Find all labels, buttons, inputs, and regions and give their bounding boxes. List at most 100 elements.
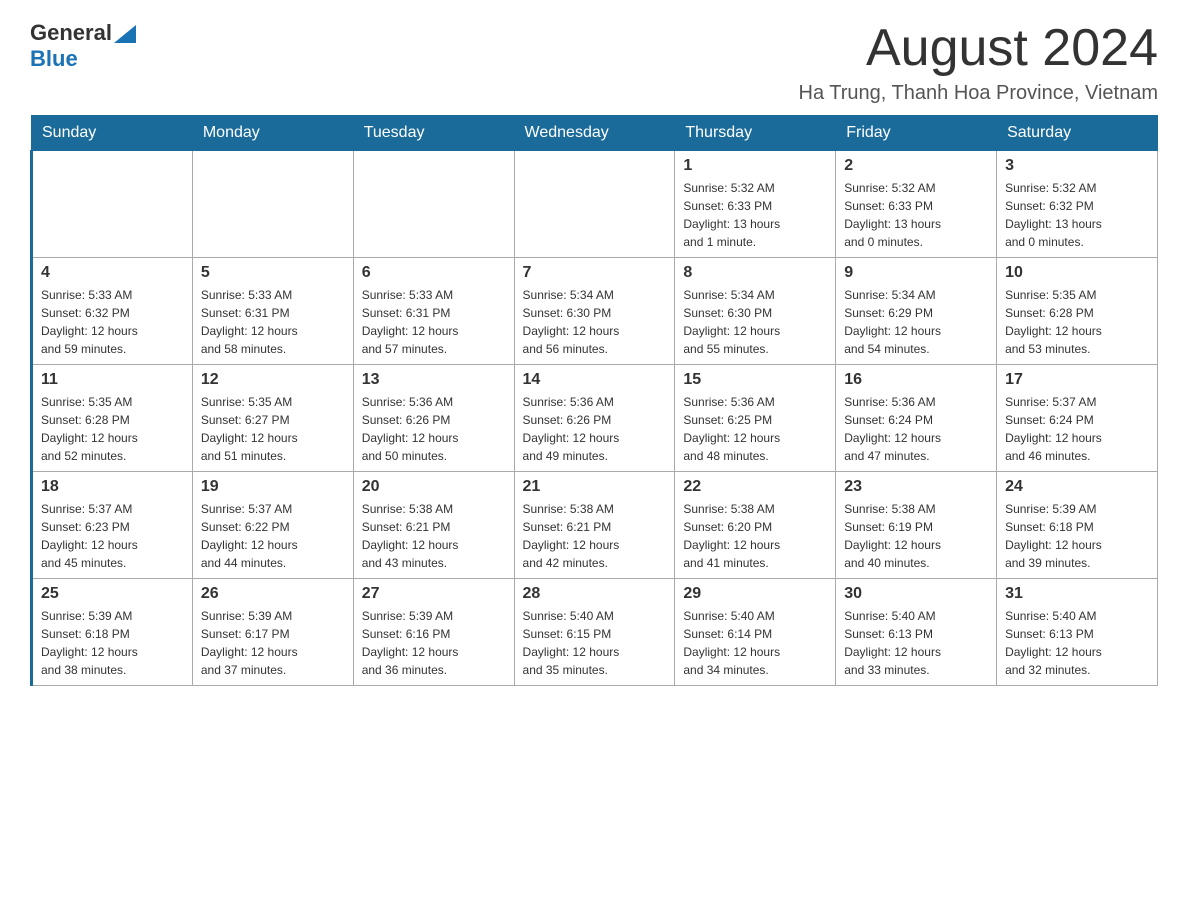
day-info: Sunrise: 5:36 AMSunset: 6:25 PMDaylight:…	[683, 393, 827, 465]
header-friday: Friday	[836, 116, 997, 151]
day-number: 12	[201, 371, 345, 389]
day-number: 23	[844, 478, 988, 496]
day-info: Sunrise: 5:36 AMSunset: 6:24 PMDaylight:…	[844, 393, 988, 465]
calendar-week-2: 4 Sunrise: 5:33 AMSunset: 6:32 PMDaylight…	[32, 258, 1158, 365]
day-number: 28	[523, 585, 667, 603]
header-tuesday: Tuesday	[353, 116, 514, 151]
day-number: 10	[1005, 264, 1149, 282]
day-number: 15	[683, 371, 827, 389]
day-number: 17	[1005, 371, 1149, 389]
header-monday: Monday	[192, 116, 353, 151]
header-wednesday: Wednesday	[514, 116, 675, 151]
day-info: Sunrise: 5:34 AMSunset: 6:30 PMDaylight:…	[683, 286, 827, 358]
table-row: 27 Sunrise: 5:39 AMSunset: 6:16 PMDayligh…	[353, 579, 514, 686]
table-row: 17 Sunrise: 5:37 AMSunset: 6:24 PMDayligh…	[997, 365, 1158, 472]
day-info: Sunrise: 5:33 AMSunset: 6:31 PMDaylight:…	[362, 286, 506, 358]
day-number: 5	[201, 264, 345, 282]
page-header: General Blue August 2024 Ha Trung, Thanh…	[30, 20, 1158, 105]
day-info: Sunrise: 5:32 AMSunset: 6:33 PMDaylight:…	[844, 179, 988, 251]
table-row	[514, 151, 675, 258]
day-info: Sunrise: 5:38 AMSunset: 6:19 PMDaylight:…	[844, 500, 988, 572]
calendar-week-3: 11 Sunrise: 5:35 AMSunset: 6:28 PMDayligh…	[32, 365, 1158, 472]
day-number: 4	[41, 264, 184, 282]
day-number: 7	[523, 264, 667, 282]
table-row	[353, 151, 514, 258]
day-info: Sunrise: 5:32 AMSunset: 6:32 PMDaylight:…	[1005, 179, 1149, 251]
table-row: 26Sunrise: 5:39 AMSunset: 6:17 PMDayligh…	[192, 579, 353, 686]
table-row: 19 Sunrise: 5:37 AMSunset: 6:22 PMDayligh…	[192, 472, 353, 579]
day-number: 31	[1005, 585, 1149, 603]
table-row: 1Sunrise: 5:32 AMSunset: 6:33 PMDaylight…	[675, 151, 836, 258]
day-info: Sunrise: 5:33 AMSunset: 6:31 PMDaylight:…	[201, 286, 345, 358]
day-number: 16	[844, 371, 988, 389]
day-info: Sunrise: 5:37 AMSunset: 6:23 PMDaylight:…	[41, 500, 184, 572]
table-row: 15 Sunrise: 5:36 AMSunset: 6:25 PMDayligh…	[675, 365, 836, 472]
day-number: 29	[683, 585, 827, 603]
logo: General Blue	[30, 20, 136, 72]
day-number: 19	[201, 478, 345, 496]
day-info: Sunrise: 5:39 AMSunset: 6:16 PMDaylight:…	[362, 607, 506, 679]
table-row: 22 Sunrise: 5:38 AMSunset: 6:20 PMDayligh…	[675, 472, 836, 579]
table-row: 31 Sunrise: 5:40 AMSunset: 6:13 PMDayligh…	[997, 579, 1158, 686]
day-number: 27	[362, 585, 506, 603]
header-thursday: Thursday	[675, 116, 836, 151]
day-info: Sunrise: 5:39 AMSunset: 6:18 PMDaylight:…	[41, 607, 184, 679]
table-row: 30Sunrise: 5:40 AMSunset: 6:13 PMDayligh…	[836, 579, 997, 686]
header-saturday: Saturday	[997, 116, 1158, 151]
day-info: Sunrise: 5:34 AMSunset: 6:29 PMDaylight:…	[844, 286, 988, 358]
calendar-week-1: 1 Sunrise: 5:32 AMSunset: 6:33 PMDaylight…	[32, 151, 1158, 258]
month-title: August 2024	[799, 20, 1158, 77]
calendar-table: Sunday Monday Tuesday Wednesday Thursday…	[30, 115, 1158, 686]
day-info: Sunrise: 5:40 AMSunset: 6:13 PMDaylight:…	[844, 607, 988, 679]
day-info: Sunrise: 5:40 AMSunset: 6:13 PMDaylight:…	[1005, 607, 1149, 679]
table-row: 6 Sunrise: 5:33 AMSunset: 6:31 PMDaylight…	[353, 258, 514, 365]
calendar-week-5: 25 Sunrise: 5:39 AMSunset: 6:18 PMDayligh…	[32, 579, 1158, 686]
logo-blue-text: Blue	[30, 46, 78, 71]
day-info: Sunrise: 5:33 AMSunset: 6:32 PMDaylight:…	[41, 286, 184, 358]
table-row: 8 Sunrise: 5:34 AMSunset: 6:30 PMDaylight…	[675, 258, 836, 365]
day-number: 2	[844, 157, 988, 175]
table-row: 29Sunrise: 5:40 AMSunset: 6:14 PMDayligh…	[675, 579, 836, 686]
table-row: 23 Sunrise: 5:38 AMSunset: 6:19 PMDayligh…	[836, 472, 997, 579]
day-number: 21	[523, 478, 667, 496]
day-info: Sunrise: 5:37 AMSunset: 6:24 PMDaylight:…	[1005, 393, 1149, 465]
day-number: 22	[683, 478, 827, 496]
table-row	[192, 151, 353, 258]
calendar-header-row: Sunday Monday Tuesday Wednesday Thursday…	[32, 116, 1158, 151]
table-row: 2 Sunrise: 5:32 AMSunset: 6:33 PMDaylight…	[836, 151, 997, 258]
day-info: Sunrise: 5:38 AMSunset: 6:21 PMDaylight:…	[523, 500, 667, 572]
table-row: 16 Sunrise: 5:36 AMSunset: 6:24 PMDayligh…	[836, 365, 997, 472]
logo-general-text: General	[30, 20, 112, 46]
day-number: 3	[1005, 157, 1149, 175]
table-row	[32, 151, 193, 258]
table-row: 28 Sunrise: 5:40 AMSunset: 6:15 PMDayligh…	[514, 579, 675, 686]
table-row: 14Sunrise: 5:36 AMSunset: 6:26 PMDayligh…	[514, 365, 675, 472]
table-row: 3 Sunrise: 5:32 AMSunset: 6:32 PMDaylight…	[997, 151, 1158, 258]
table-row: 13 Sunrise: 5:36 AMSunset: 6:26 PMDayligh…	[353, 365, 514, 472]
day-info: Sunrise: 5:35 AMSunset: 6:28 PMDaylight:…	[1005, 286, 1149, 358]
table-row: 10 Sunrise: 5:35 AMSunset: 6:28 PMDayligh…	[997, 258, 1158, 365]
table-row: 12Sunrise: 5:35 AMSunset: 6:27 PMDayligh…	[192, 365, 353, 472]
day-number: 9	[844, 264, 988, 282]
table-row: 4 Sunrise: 5:33 AMSunset: 6:32 PMDaylight…	[32, 258, 193, 365]
day-number: 11	[41, 371, 184, 389]
day-info: Sunrise: 5:36 AMSunset: 6:26 PMDaylight:…	[362, 393, 506, 465]
header-sunday: Sunday	[32, 116, 193, 151]
day-number: 25	[41, 585, 184, 603]
day-number: 26	[201, 585, 345, 603]
table-row: 7Sunrise: 5:34 AMSunset: 6:30 PMDaylight…	[514, 258, 675, 365]
day-number: 18	[41, 478, 184, 496]
day-info: Sunrise: 5:38 AMSunset: 6:20 PMDaylight:…	[683, 500, 827, 572]
table-row: 24Sunrise: 5:39 AMSunset: 6:18 PMDayligh…	[997, 472, 1158, 579]
table-row: 11 Sunrise: 5:35 AMSunset: 6:28 PMDayligh…	[32, 365, 193, 472]
day-info: Sunrise: 5:37 AMSunset: 6:22 PMDaylight:…	[201, 500, 345, 572]
day-info: Sunrise: 5:40 AMSunset: 6:15 PMDaylight:…	[523, 607, 667, 679]
day-number: 20	[362, 478, 506, 496]
calendar-week-4: 18 Sunrise: 5:37 AMSunset: 6:23 PMDayligh…	[32, 472, 1158, 579]
day-info: Sunrise: 5:35 AMSunset: 6:28 PMDaylight:…	[41, 393, 184, 465]
day-number: 13	[362, 371, 506, 389]
day-number: 8	[683, 264, 827, 282]
day-info: Sunrise: 5:38 AMSunset: 6:21 PMDaylight:…	[362, 500, 506, 572]
day-number: 1	[683, 157, 827, 175]
day-number: 6	[362, 264, 506, 282]
